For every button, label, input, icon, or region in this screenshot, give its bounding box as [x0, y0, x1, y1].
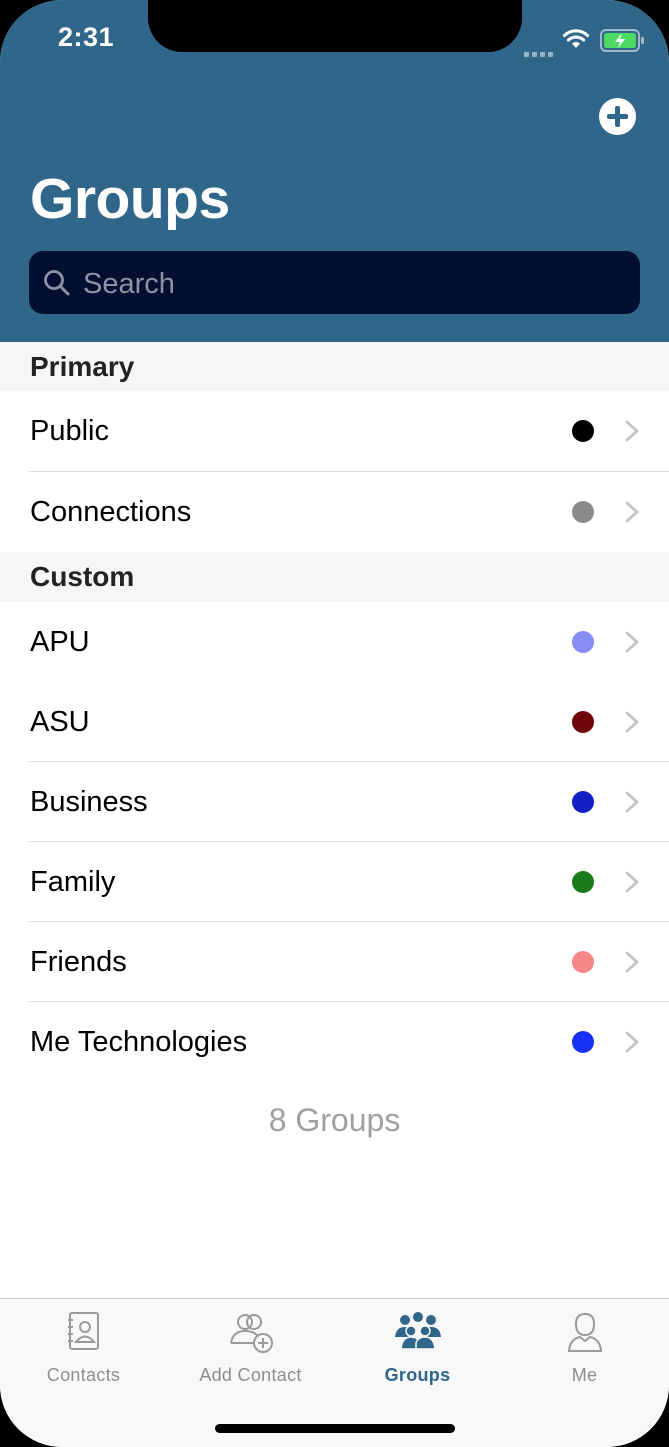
group-label: Connections [30, 496, 192, 528]
group-label: Public [30, 415, 109, 447]
group-color-dot [572, 711, 594, 733]
group-label: Family [30, 866, 116, 898]
group-row-business[interactable]: Business [0, 762, 669, 842]
cellular-signal-icon [524, 44, 556, 62]
group-row-asu[interactable]: ASU [0, 682, 669, 762]
group-label: Me Technologies [30, 1026, 248, 1058]
group-label: Business [30, 786, 148, 818]
group-color-dot [572, 501, 594, 523]
chevron-right-icon [625, 501, 639, 523]
tab-groups[interactable]: Groups [334, 1299, 501, 1399]
page-title: Groups [30, 167, 230, 231]
group-row-public[interactable]: Public [0, 391, 669, 471]
header: 2:31 Groups [0, 0, 669, 342]
status-time: 2:31 [58, 22, 115, 52]
tab-label: Me [571, 1365, 598, 1385]
chevron-right-icon [625, 951, 639, 973]
group-color-dot [572, 631, 594, 653]
section-header-custom: Custom [0, 552, 669, 602]
section-title: Primary [30, 351, 135, 382]
group-color-dot [572, 1031, 594, 1053]
chevron-right-icon [625, 871, 639, 893]
groups-icon [394, 1312, 441, 1350]
group-label: APU [30, 626, 90, 658]
chevron-right-icon [625, 711, 639, 733]
group-row-family[interactable]: Family [0, 842, 669, 922]
group-row-me-technologies[interactable]: Me Technologies [0, 1002, 669, 1082]
wifi-icon [562, 29, 590, 48]
chevron-right-icon [625, 631, 639, 653]
add-contact-icon [229, 1314, 273, 1353]
chevron-right-icon [625, 1031, 639, 1053]
group-label: Friends [30, 946, 127, 978]
contacts-icon [67, 1312, 99, 1350]
home-indicator [215, 1424, 455, 1433]
group-row-connections[interactable]: Connections [0, 472, 669, 552]
add-group-button[interactable] [599, 98, 636, 135]
tab-label: Groups [384, 1365, 451, 1385]
group-count-label: 8 Groups [268, 1102, 401, 1138]
tab-contacts[interactable]: Contacts [0, 1299, 167, 1399]
group-color-dot [572, 871, 594, 893]
battery-icon [600, 29, 644, 52]
section-title: Custom [30, 561, 135, 592]
tab-me[interactable]: Me [501, 1299, 668, 1399]
group-color-dot [572, 420, 594, 442]
chevron-right-icon [625, 420, 639, 442]
search-bar[interactable] [29, 251, 640, 314]
group-row-friends[interactable]: Friends [0, 922, 669, 1002]
group-row-apu[interactable]: APU [0, 602, 669, 682]
section-header-primary: Primary [0, 342, 669, 392]
group-color-dot [572, 791, 594, 813]
phone-screen: 2:31 Groups Primary Pu [0, 0, 669, 1447]
tab-label: Add Contact [199, 1365, 302, 1385]
person-icon [567, 1312, 602, 1352]
search-input[interactable] [81, 261, 625, 307]
notch [148, 0, 522, 52]
tab-label: Contacts [46, 1365, 121, 1385]
group-label: ASU [30, 706, 90, 738]
chevron-right-icon [625, 791, 639, 813]
group-color-dot [572, 951, 594, 973]
tab-add-contact[interactable]: Add Contact [167, 1299, 334, 1399]
search-icon [44, 270, 70, 296]
